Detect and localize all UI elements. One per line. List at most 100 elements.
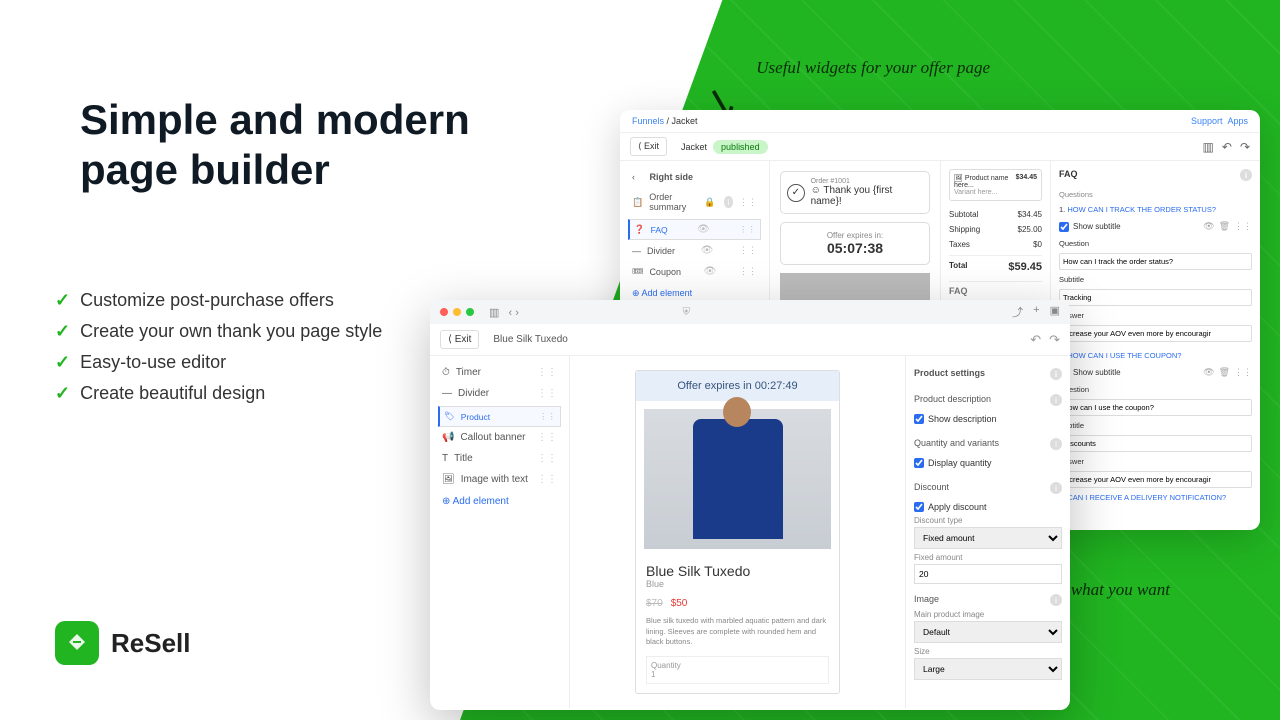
drag-icon[interactable]: ⋮⋮ <box>739 197 757 208</box>
size-select[interactable]: Large <box>914 658 1062 680</box>
product-name: Blue Silk Tuxedo <box>646 563 829 579</box>
check-icon: ✓ <box>55 290 70 311</box>
sidebar-item-faq[interactable]: ❓FAQ👁⋮⋮ <box>628 219 761 240</box>
sidebar-item-image-with-text[interactable]: 🖼Image with text⋮⋮ <box>438 469 561 490</box>
drag-icon[interactable]: ⋮⋮ <box>537 453 557 464</box>
info-icon[interactable]: i <box>1050 594 1062 606</box>
product-image <box>644 409 831 549</box>
sidebar-item-order-summary[interactable]: 📋Order summary🔒 i⋮⋮ <box>628 187 761 217</box>
trash-icon[interactable]: 🗑 <box>1219 367 1230 378</box>
drag-icon[interactable]: ⋮⋮ <box>1234 221 1252 232</box>
drag-icon[interactable]: ⋮⋮ <box>537 474 557 485</box>
exit-button[interactable]: ⟨ Exit <box>630 137 667 156</box>
question-input[interactable] <box>1059 253 1252 270</box>
close-icon[interactable] <box>440 308 448 316</box>
mac-titlebar: ▥ ‹ › ⛨ ⤴+▣ <box>430 300 1070 324</box>
answer-input[interactable] <box>1059 325 1252 342</box>
undo-icon[interactable]: ↶ <box>1030 332 1041 348</box>
info-icon[interactable]: i <box>1050 394 1062 406</box>
device-toggle-icon[interactable]: ▥ <box>1203 140 1214 154</box>
tabs-icon[interactable]: ▣ <box>1050 304 1060 320</box>
info-icon[interactable]: i <box>1240 169 1252 181</box>
element-icon: ⏱ <box>442 367 450 378</box>
element-icon: — <box>632 246 641 256</box>
drag-icon[interactable]: ⋮⋮ <box>539 411 556 422</box>
minimize-icon[interactable] <box>453 308 461 316</box>
sidebar-item-coupon[interactable]: 🎟Coupon👁⋮⋮ <box>628 261 761 282</box>
show-subtitle-checkbox[interactable] <box>1059 222 1069 232</box>
sidebar-item-title[interactable]: TTitle⋮⋮ <box>438 448 561 469</box>
headline-line2: page builder <box>80 145 470 195</box>
breadcrumb-root[interactable]: Funnels <box>632 116 664 126</box>
sidebar-item-callout-banner[interactable]: 📢Callout banner⋮⋮ <box>438 427 561 448</box>
undo-icon[interactable]: ↶ <box>1222 140 1232 154</box>
product-summary-card: 🖼 Product name here...$34.45 Variant her… <box>949 169 1042 201</box>
apply-discount-checkbox[interactable] <box>914 502 924 512</box>
apps-link[interactable]: Apps <box>1227 116 1248 126</box>
discount-type-select[interactable]: Fixed amount <box>914 527 1062 549</box>
sidebar-item-timer[interactable]: ⏱Timer⋮⋮ <box>438 362 561 383</box>
order-number: Order #1001 <box>811 178 923 185</box>
resell-icon <box>55 621 99 665</box>
sidebar-item-divider[interactable]: —Divider⋮⋮ <box>438 383 561 404</box>
properties-panel: FAQi Questions 1. HOW CAN I TRACK THE OR… <box>1050 161 1260 529</box>
feature-item: ✓Easy-to-use editor <box>55 352 382 373</box>
status-badge: published <box>713 140 768 154</box>
add-element-button[interactable]: ⊕ Add element <box>438 490 561 513</box>
sidebar: ⏱Timer⋮⋮—Divider⋮⋮🏷Product⋮⋮📢Callout ban… <box>430 356 570 708</box>
sidebar-item-product[interactable]: 🏷Product⋮⋮ <box>438 406 561 427</box>
eye-icon[interactable]: 👁 <box>1203 367 1214 378</box>
brand-logo: ReSell <box>55 621 191 665</box>
trash-icon[interactable]: 🗑 <box>1219 221 1230 232</box>
properties-panel: Product settingsi Product descriptioni S… <box>905 356 1070 708</box>
support-link[interactable]: Support <box>1191 116 1223 126</box>
check-icon: ✓ <box>55 383 70 404</box>
display-quantity-checkbox[interactable] <box>914 458 924 468</box>
show-description-checkbox[interactable] <box>914 414 924 424</box>
price-original: $70 <box>646 598 663 609</box>
exit-button[interactable]: ⟨ Exit <box>440 330 479 349</box>
share-icon[interactable]: ⤴ <box>1012 304 1023 320</box>
drag-icon[interactable]: ⋮⋮ <box>537 388 557 399</box>
sidebar-item-divider[interactable]: —Divider👁⋮⋮ <box>628 240 761 261</box>
feature-item: ✓Customize post-purchase offers <box>55 290 382 311</box>
drag-icon[interactable]: ⋮⋮ <box>739 224 756 235</box>
drag-icon[interactable]: ⋮⋮ <box>739 266 757 277</box>
info-icon[interactable]: i <box>1050 368 1062 380</box>
breadcrumb-leaf: Jacket <box>672 116 698 126</box>
collapse-toggle[interactable]: ‹ Right side <box>628 167 761 187</box>
main-image-select[interactable]: Default <box>914 621 1062 643</box>
element-icon: 🖼 <box>442 474 455 485</box>
redo-icon[interactable]: ↷ <box>1240 140 1250 154</box>
product-description: Blue silk tuxedo with marbled aquatic pa… <box>636 612 839 652</box>
element-icon: 🏷 <box>444 411 455 422</box>
headline-line1: Simple and modern <box>80 95 470 145</box>
info-icon[interactable]: i <box>1050 482 1062 494</box>
answer-input[interactable] <box>1059 471 1252 488</box>
breadcrumb: Funnels / Jacket Support Apps <box>620 110 1260 133</box>
maximize-icon[interactable] <box>466 308 474 316</box>
drag-icon[interactable]: ⋮⋮ <box>739 245 757 256</box>
subtitle-input[interactable] <box>1059 435 1252 452</box>
eye-icon[interactable]: 👁 <box>1203 221 1214 232</box>
eye-icon[interactable]: 👁 <box>704 266 717 277</box>
eye-icon[interactable]: 👁 <box>701 245 714 256</box>
headline: Simple and modern page builder <box>80 95 470 196</box>
redo-icon[interactable]: ↷ <box>1049 332 1060 348</box>
order-card: ✓ Order #1001 ☺ Thank you {first name}! <box>780 171 930 214</box>
info-icon[interactable]: i <box>724 196 733 208</box>
drag-icon[interactable]: ⋮⋮ <box>537 432 557 443</box>
tab-jacket[interactable]: Jacket <box>681 142 707 152</box>
info-icon[interactable]: i <box>1050 438 1062 450</box>
drag-icon[interactable]: ⋮⋮ <box>1234 367 1252 378</box>
question-input[interactable] <box>1059 399 1252 416</box>
chevron-left-icon: ‹ <box>632 172 635 182</box>
add-icon[interactable]: + <box>1033 304 1039 320</box>
drag-icon[interactable]: ⋮⋮ <box>537 367 557 378</box>
fixed-amount-input[interactable] <box>914 564 1062 584</box>
thank-you-heading: ☺ Thank you {first name}! <box>811 185 923 207</box>
element-icon: — <box>442 388 452 399</box>
subtitle-input[interactable] <box>1059 289 1252 306</box>
timer-value: 05:07:38 <box>789 240 921 256</box>
eye-icon[interactable]: 👁 <box>697 224 710 235</box>
